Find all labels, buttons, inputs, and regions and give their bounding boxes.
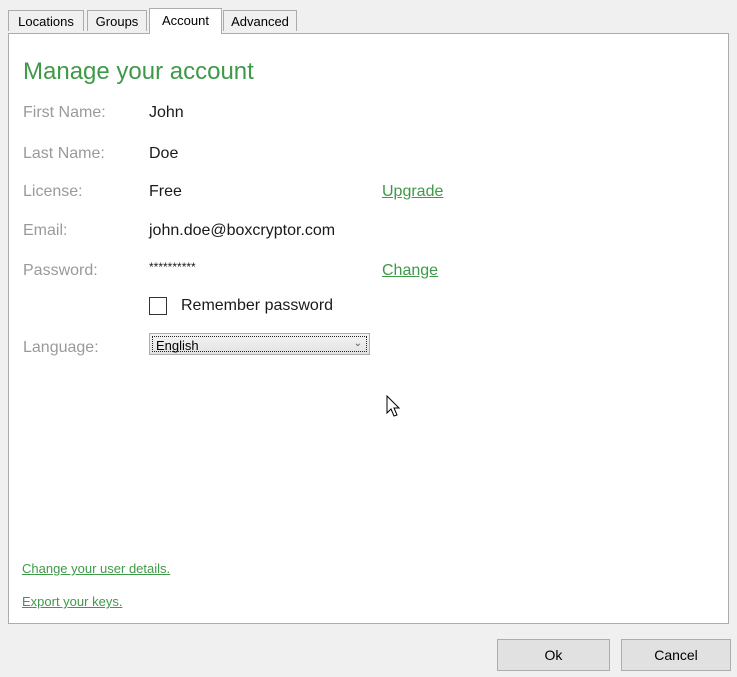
language-label: Language: [23,339,99,356]
remember-password-label[interactable]: Remember password [181,297,333,315]
change-user-details-link[interactable]: Change your user details. [22,561,170,576]
password-value: ********** [149,260,196,274]
last-name-label: Last Name: [23,145,105,162]
first-name-value: John [149,104,184,121]
tab-locations[interactable]: Locations [8,10,84,31]
last-name-value: Doe [149,145,179,162]
tab-groups[interactable]: Groups [87,10,147,31]
language-select[interactable]: English ⌄ [149,333,370,355]
email-label: Email: [23,222,68,239]
chevron-down-icon: ⌄ [353,338,362,349]
tab-account[interactable]: Account [149,8,222,34]
tab-advanced[interactable]: Advanced [223,10,297,31]
account-panel: Manage your account First Name: John Las… [8,33,729,624]
ok-button[interactable]: Ok [497,639,610,671]
upgrade-link[interactable]: Upgrade [382,183,443,201]
cancel-button[interactable]: Cancel [621,639,731,671]
first-name-label: First Name: [23,104,106,121]
email-value: john.doe@boxcryptor.com [149,222,336,239]
password-label: Password: [23,262,98,279]
language-selected-value: English [156,338,199,353]
mouse-pointer-icon [386,395,401,417]
export-keys-link[interactable]: Export your keys. [22,594,122,609]
license-label: License: [23,183,83,200]
page-title: Manage your account [23,58,254,85]
change-password-link[interactable]: Change [382,262,438,280]
language-select-focus: English ⌄ [152,336,367,353]
remember-password-checkbox[interactable] [149,297,167,315]
license-value: Free [149,183,182,200]
